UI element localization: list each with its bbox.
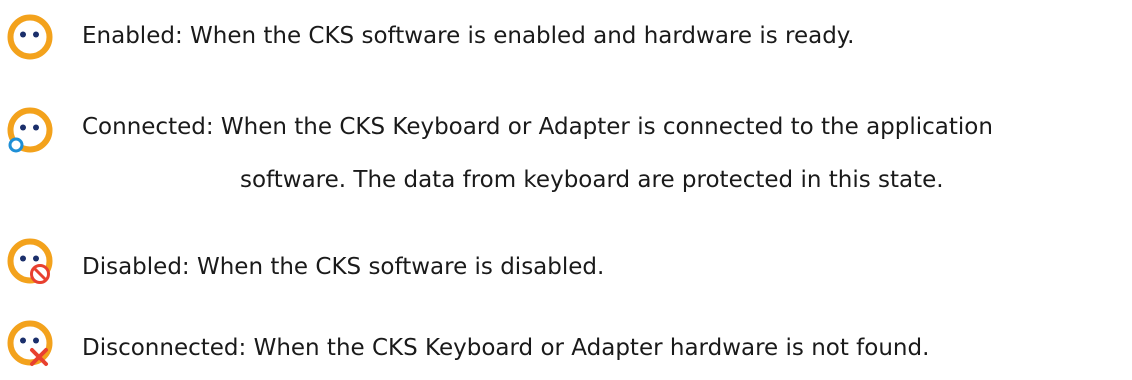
connected-description-line-2: software. The data from keyboard are pro… <box>240 167 944 193</box>
smiley-connected-icon <box>6 106 54 154</box>
connected-description-line-1: Connected: When the CKS Keyboard or Adap… <box>82 114 993 140</box>
enabled-description: Enabled: When the CKS software is enable… <box>82 23 855 49</box>
smiley-disconnected-icon <box>6 319 54 367</box>
smiley-disabled-icon <box>6 237 54 285</box>
disconnected-description: Disconnected: When the CKS Keyboard or A… <box>82 335 930 361</box>
smiley-enabled-icon <box>6 13 54 61</box>
disabled-description: Disabled: When the CKS software is disab… <box>82 254 605 280</box>
